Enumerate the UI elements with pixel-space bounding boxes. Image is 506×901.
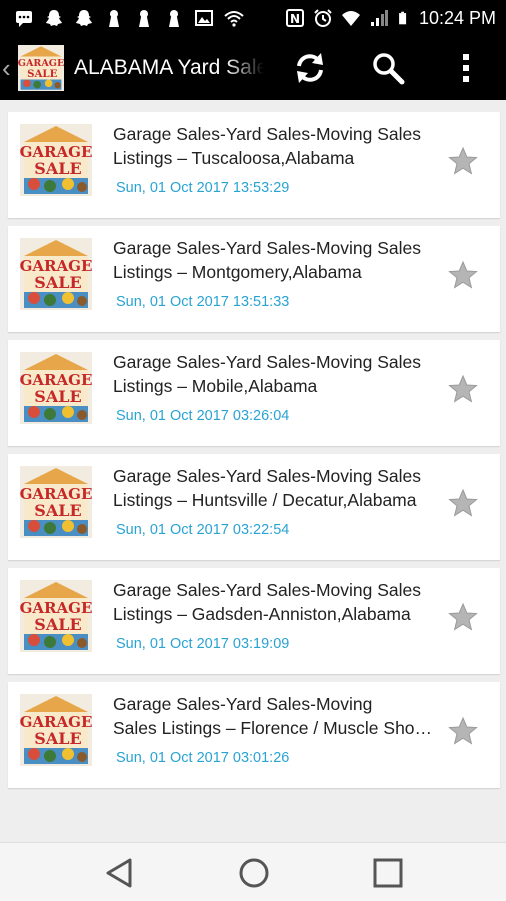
listing-title-line2: Listings – Huntsville / Decatur,Alabama (113, 490, 417, 510)
listing-title: Garage Sales-Yard Sales-Moving Sales List… (113, 464, 453, 512)
favorite-star-icon[interactable] (448, 146, 478, 176)
listing-title: Garage Sales-Yard Sales-Moving Sales List… (113, 578, 453, 626)
listing-title: Garage Sales-Yard Sales-Moving Sales List… (113, 122, 453, 170)
thumb-text-sale: SALE (34, 501, 81, 520)
thumb-text-sale: SALE (34, 273, 81, 292)
listing-title: Garage Sales-Yard Sales-Moving Sales List… (113, 350, 453, 398)
garage-sale-thumbnail: GARAGESALE (20, 238, 92, 310)
keyhole-icon (139, 10, 149, 27)
home-icon[interactable] (236, 855, 272, 891)
listing-title-line1: Garage Sales-Yard Sales-Moving Sales (113, 466, 422, 486)
listing-title-line2: Listings – Tuscaloosa,Alabama (113, 148, 355, 168)
listing-title-line1: Garage Sales-Yard Sales-Moving Sales (113, 124, 422, 144)
listing-title-line1: Garage Sales-Yard Sales-Moving Sales (113, 238, 422, 258)
listing-card[interactable]: GARAGE SALE Garage Sales-Yard Sales-Moving… (8, 112, 500, 218)
overflow-menu-icon (463, 54, 469, 82)
status-bar: N 10:24 PM (0, 0, 506, 36)
search-button[interactable] (364, 36, 412, 100)
clock: 10:24 PM (418, 7, 496, 28)
garage-sale-thumbnail: GARAGESALE (20, 694, 92, 766)
listing-date: Sun, 01 Oct 2017 13:51:33 (116, 294, 290, 310)
listing-card[interactable]: GARAGE SALE Garage Sales-Yard Sales-Moving… (8, 226, 500, 332)
battery-icon (399, 11, 407, 25)
keyhole-icon (169, 10, 179, 27)
wifi-icon (341, 11, 360, 26)
listing-title-line1: Garage Sales-Yard Sales-Moving Sales (113, 580, 422, 600)
app-logo[interactable]: GARAGE SALE (18, 45, 64, 91)
listing-title-line2: Listings – Gadsden-Anniston,Alabama (113, 604, 411, 624)
alarm-icon (314, 9, 332, 27)
thumb-text-sale: SALE (34, 729, 81, 748)
keyhole-icon (109, 10, 119, 27)
cell-signal-icon (370, 10, 388, 26)
listings-list[interactable]: GARAGE SALE Garage Sales-Yard Sales-Moving… (0, 100, 506, 842)
listing-date: Sun, 01 Oct 2017 03:19:09 (116, 636, 290, 652)
listing-date: Sun, 01 Oct 2017 03:22:54 (116, 522, 290, 538)
wifi-signal-icon (224, 11, 244, 27)
listing-card[interactable]: GARAGE SALE Garage Sales-Yard Sales-Moving… (8, 682, 500, 788)
chat-icon (16, 11, 32, 27)
listing-title-line1: Garage Sales-Yard Sales-Moving (113, 694, 373, 714)
notification-icons (0, 8, 244, 28)
system-status-icons: N 10:24 PM (285, 8, 506, 29)
svg-text:N: N (290, 12, 300, 26)
thumb-text-sale: SALE (34, 615, 81, 634)
snapchat-icon (76, 10, 92, 26)
garage-sale-thumbnail: GARAGESALE (20, 124, 92, 196)
nfc-icon: N (285, 9, 304, 27)
refresh-button[interactable] (286, 36, 334, 100)
favorite-star-icon[interactable] (448, 602, 478, 632)
image-icon (195, 10, 213, 26)
refresh-icon (297, 53, 323, 83)
favorite-star-icon[interactable] (448, 374, 478, 404)
listing-title-line1: Garage Sales-Yard Sales-Moving Sales (113, 352, 422, 372)
thumb-text-sale: SALE (34, 387, 81, 406)
listing-date: Sun, 01 Oct 2017 13:53:29 (116, 180, 290, 196)
app-title: ALABAMA Yard Sales (74, 56, 264, 79)
overflow-menu-button[interactable] (448, 36, 484, 100)
listing-title-line2: Listings – Montgomery,Alabama (113, 262, 362, 282)
back-icon[interactable] (102, 855, 138, 891)
logo-text-sale: SALE (27, 68, 57, 80)
listing-title: Garage Sales-Yard Sales-Moving Sales List… (113, 236, 453, 284)
listing-date: Sun, 01 Oct 2017 03:26:04 (116, 408, 290, 424)
navigation-bar (0, 842, 506, 901)
snapchat-icon (46, 10, 62, 26)
search-icon (373, 53, 405, 85)
favorite-star-icon[interactable] (448, 260, 478, 290)
listing-date: Sun, 01 Oct 2017 03:01:26 (116, 750, 290, 766)
listing-title: Garage Sales-Yard Sales-Moving Sales List… (113, 692, 453, 740)
listing-card[interactable]: GARAGE SALE Garage Sales-Yard Sales-Moving… (8, 454, 500, 560)
up-navigation-icon[interactable]: ‹ (2, 53, 14, 84)
favorite-star-icon[interactable] (448, 488, 478, 518)
thumb-text-sale: SALE (34, 159, 81, 178)
listing-card[interactable]: GARAGE SALE Garage Sales-Yard Sales-Moving… (8, 568, 500, 674)
favorite-star-icon[interactable] (448, 716, 478, 746)
listing-card[interactable]: GARAGE SALE Garage Sales-Yard Sales-Moving… (8, 340, 500, 446)
listing-title-line2: Listings – Mobile,Alabama (113, 376, 318, 396)
garage-sale-thumbnail: GARAGESALE (20, 352, 92, 424)
recents-icon[interactable] (370, 855, 406, 891)
garage-sale-thumbnail: GARAGESALE (20, 580, 92, 652)
action-bar: ‹ GARAGE SALE ALABAMA Yard Sales (0, 36, 506, 100)
garage-sale-thumbnail: GARAGESALE (20, 466, 92, 538)
listing-title-line2: Sales Listings – Florence / Muscle Sho… (113, 718, 433, 738)
